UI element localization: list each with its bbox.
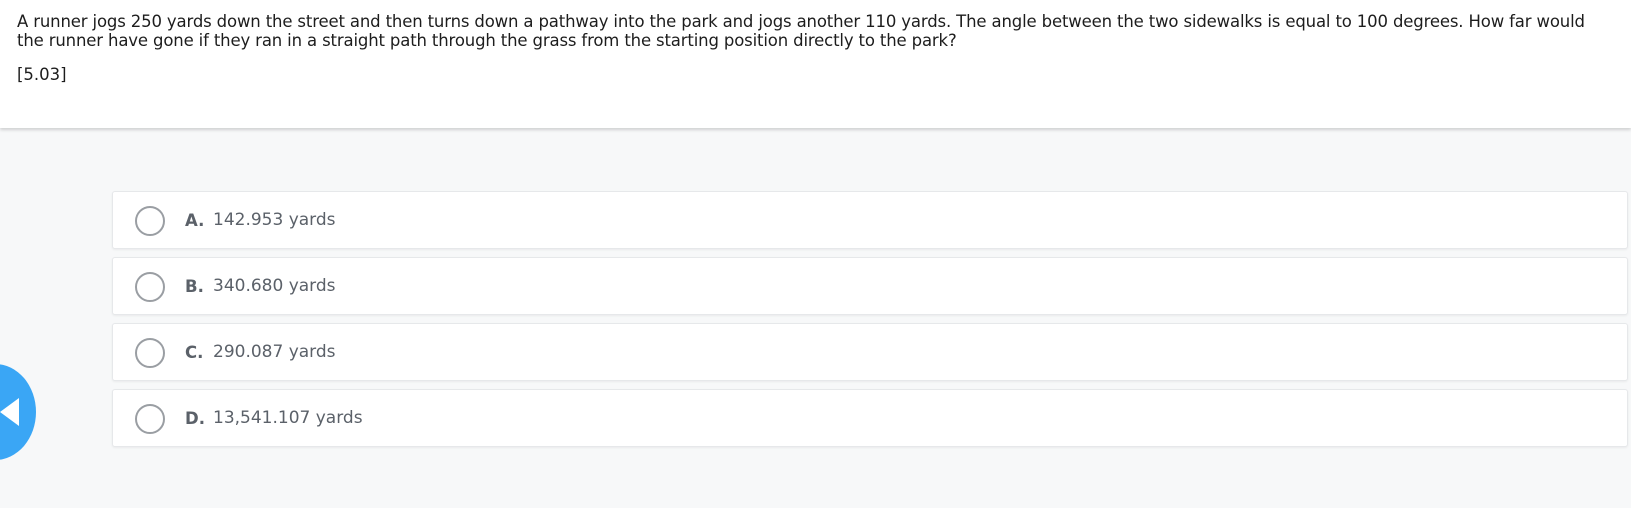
option-letter: C.	[185, 342, 204, 362]
answer-options: A. 142.953 yards B. 340.680 yards C. 290…	[112, 191, 1628, 455]
question-panel: A runner jogs 250 yards down the street …	[0, 0, 1631, 128]
answer-option-d[interactable]: D. 13,541.107 yards	[112, 389, 1628, 447]
question-text: A runner jogs 250 yards down the street …	[17, 12, 1585, 50]
radio-button[interactable]	[135, 206, 165, 236]
option-text: 290.087 yards	[213, 342, 336, 362]
option-letter: D.	[185, 408, 205, 428]
radio-button[interactable]	[135, 338, 165, 368]
option-text: 142.953 yards	[213, 210, 336, 230]
answer-option-b[interactable]: B. 340.680 yards	[112, 257, 1628, 315]
answer-option-a[interactable]: A. 142.953 yards	[112, 191, 1628, 249]
option-text: 340.680 yards	[213, 276, 336, 296]
answer-option-c[interactable]: C. 290.087 yards	[112, 323, 1628, 381]
radio-button[interactable]	[135, 404, 165, 434]
option-letter: B.	[185, 276, 204, 296]
radio-button[interactable]	[135, 272, 165, 302]
back-button[interactable]	[0, 364, 36, 460]
option-letter: A.	[185, 210, 205, 230]
question-code: [5.03]	[17, 65, 67, 84]
chevron-left-icon	[0, 398, 19, 426]
option-text: 13,541.107 yards	[213, 408, 363, 428]
